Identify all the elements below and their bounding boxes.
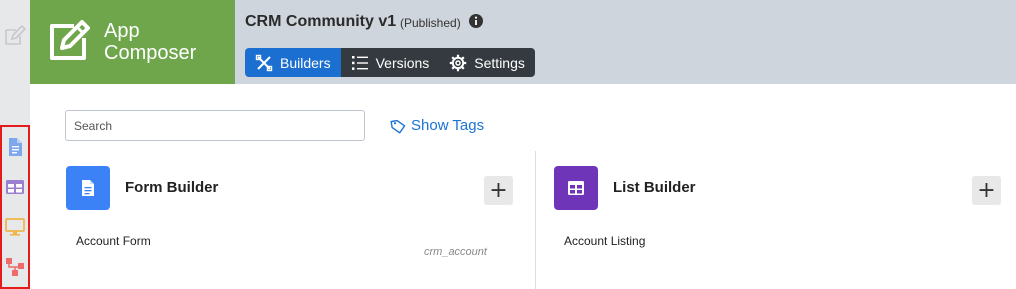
table-icon[interactable] — [4, 176, 26, 198]
document-icon[interactable] — [4, 136, 26, 158]
add-list-button[interactable]: + — [972, 176, 1001, 205]
tab-versions-label: Versions — [375, 54, 430, 71]
form-builder-title: Form Builder — [125, 179, 219, 196]
table-icon — [568, 181, 584, 195]
search-input[interactable] — [65, 110, 365, 141]
form-builder-card: Form Builder + Account Form crm_account — [66, 166, 536, 289]
tab-bar: Builders Versions Settings — [245, 48, 535, 77]
list-builder-badge — [554, 166, 598, 210]
brand-title-line1: App — [104, 20, 140, 42]
add-form-button[interactable]: + — [484, 176, 513, 205]
brand-title: App Composer — [104, 20, 196, 64]
form-builder-badge — [66, 166, 110, 210]
app-title: CRM Community v1 — [245, 13, 397, 30]
tab-versions[interactable]: Versions — [340, 48, 440, 77]
list-item-name[interactable]: Account Listing — [564, 234, 645, 248]
workflow-icon[interactable] — [4, 256, 26, 278]
gear-icon — [450, 54, 467, 71]
tag-icon — [390, 119, 406, 134]
monitor-icon[interactable] — [4, 216, 26, 238]
builders-icon — [255, 54, 273, 71]
form-item-table: crm_account — [424, 246, 487, 258]
document-icon — [82, 180, 94, 196]
list-icon — [351, 55, 368, 70]
left-rail — [0, 0, 30, 289]
tab-builders[interactable]: Builders — [245, 48, 341, 77]
main-content: Show Tags Form Builder + Account Form cr… — [30, 84, 1016, 289]
tab-builders-label: Builders — [280, 54, 331, 71]
brand-title-line2: Composer — [104, 42, 197, 64]
list-builder-card: List Builder + Account Listing — [554, 166, 1014, 289]
info-icon[interactable] — [468, 13, 484, 29]
status-badge: (Published) — [400, 16, 461, 30]
tab-settings[interactable]: Settings — [439, 48, 535, 77]
app-composer-brand[interactable]: App Composer — [30, 0, 235, 84]
show-tags-link[interactable]: Show Tags — [390, 117, 484, 134]
header-bar: CRM Community v1 (Published) Builders Ve… — [235, 0, 1016, 84]
list-builder-title: List Builder — [613, 179, 696, 196]
edit-icon[interactable] — [3, 24, 27, 48]
show-tags-label: Show Tags — [411, 117, 485, 134]
form-item-name[interactable]: Account Form — [76, 234, 151, 248]
tab-settings-label: Settings — [474, 54, 525, 71]
edit-icon — [44, 18, 92, 66]
